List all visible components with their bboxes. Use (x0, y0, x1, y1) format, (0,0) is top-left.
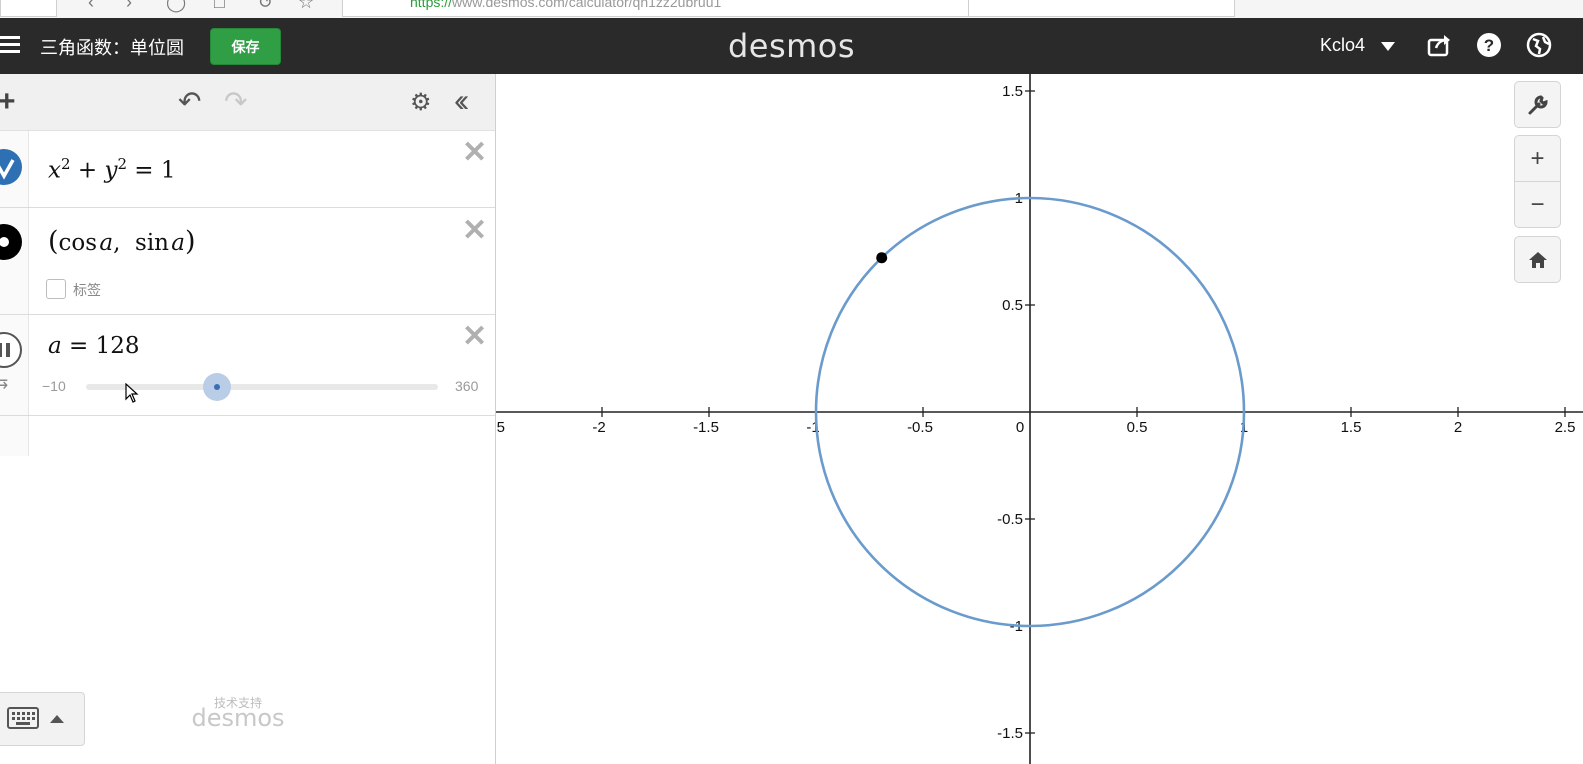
curve-color-icon[interactable] (0, 149, 22, 185)
delete-expression-icon[interactable]: ✕ (462, 216, 487, 246)
back-icon[interactable]: ‹ (88, 0, 94, 13)
expression-tab (0, 416, 29, 456)
x-tick-label: -1.5 (693, 419, 719, 436)
redo-icon[interactable]: ↷ (224, 88, 247, 116)
graph-paper[interactable]: -2.5-2-1.5-1-0.500.511.522.51.510.5-0.5-… (496, 74, 1583, 764)
point-color-icon[interactable] (0, 224, 22, 260)
mouse-cursor-icon (125, 383, 139, 403)
home-icon[interactable]: □ (214, 0, 225, 13)
caret-down-icon[interactable] (1381, 42, 1395, 51)
expression-tab[interactable]: ⇆ (0, 315, 29, 415)
x-tick-label: -0.5 (907, 419, 933, 436)
keyboard-icon (7, 707, 39, 729)
loop-icon[interactable]: ⇆ (0, 373, 8, 393)
expression-math[interactable]: x2 + y2 = 1 (48, 155, 176, 184)
caret-up-icon (50, 715, 64, 723)
new-expression-row[interactable] (0, 416, 495, 456)
share-icon[interactable] (1426, 32, 1452, 58)
zoom-controls: + − (1514, 135, 1561, 228)
x-tick-label: 2 (1454, 419, 1462, 436)
delete-expression-icon[interactable]: ✕ (462, 138, 487, 168)
help-icon[interactable]: ? (1476, 32, 1502, 58)
x-tick-label: 0.5 (1127, 419, 1148, 436)
expression-tab[interactable] (0, 131, 29, 207)
graph-settings-button[interactable] (1514, 81, 1561, 128)
label-checkbox[interactable] (46, 279, 66, 299)
address-text[interactable]: https://www.desmos.com/calculator/qn1zz2… (410, 0, 721, 10)
add-expression-icon[interactable]: + (0, 87, 16, 117)
globe-icon[interactable] (1526, 32, 1552, 58)
x-tick-label: 1.5 (1341, 419, 1362, 436)
undo-icon[interactable]: ↶ (178, 88, 201, 116)
history-icon[interactable]: ↺ (258, 0, 273, 13)
y-tick-label: 0.5 (1002, 297, 1023, 314)
username[interactable]: Kclo4 (1320, 35, 1365, 56)
slider-max[interactable]: 360 (455, 378, 478, 394)
x-tick-label: -2.5 (496, 419, 505, 436)
refresh-icon[interactable]: ◯ (166, 0, 186, 13)
browser-tab[interactable] (0, 0, 57, 17)
expression-row-2[interactable]: (cos a, sin a) ✕ 标签 (0, 208, 495, 315)
y-tick-label: -0.5 (997, 511, 1023, 528)
collapse-panel-icon[interactable]: ‹‹ (454, 84, 470, 116)
gear-icon[interactable]: ⚙ (410, 91, 432, 115)
expression-toolbar: + ↶ ↷ ⚙ ‹‹ (0, 74, 495, 131)
powered-by-logo[interactable]: desmos (186, 704, 290, 732)
expression-math[interactable]: a = 128 (48, 333, 140, 359)
search-box[interactable] (968, 0, 1235, 17)
wrench-icon[interactable] (1515, 82, 1560, 127)
browser-toolbar: ‹ › ◯ □ ↺ ☆ https://www.desmos.com/calcu… (0, 0, 1583, 19)
default-viewport-button[interactable] (1514, 236, 1561, 283)
graph-canvas[interactable]: -2.5-2-1.5-1-0.500.511.522.51.510.5-0.5-… (496, 74, 1583, 764)
expression-math[interactable]: (cos a, sin a) (48, 226, 196, 257)
x-tick-label: 0 (1016, 419, 1024, 436)
expression-row-1[interactable]: x2 + y2 = 1 ✕ (0, 131, 495, 208)
expression-row-3[interactable]: ⇆ a = 128 ✕ −10 360 (0, 315, 495, 416)
home-icon[interactable] (1515, 237, 1560, 282)
zoom-out-button[interactable]: − (1515, 182, 1560, 227)
zoom-in-button[interactable]: + (1515, 136, 1560, 182)
pause-icon[interactable] (0, 331, 24, 369)
svg-text:?: ? (1484, 36, 1494, 55)
label-checkbox-text: 标签 (73, 282, 101, 298)
app-header: 三角函数：单位圆 保存 desmos Kclo4 ? (0, 18, 1583, 74)
expression-panel: + ↶ ↷ ⚙ ‹‹ x2 + y2 = 1 ✕ (cos a, sin a) (0, 74, 496, 764)
delete-expression-icon[interactable]: ✕ (462, 322, 487, 352)
slider-min[interactable]: −10 (42, 378, 66, 394)
expression-tab[interactable] (0, 208, 29, 314)
forward-icon[interactable]: › (126, 0, 132, 13)
x-tick-label: -2 (592, 419, 605, 436)
y-tick-label: 1.5 (1002, 83, 1023, 100)
bookmark-icon[interactable]: ☆ (298, 0, 314, 13)
y-tick-label: -1.5 (997, 725, 1023, 742)
keyboard-toggle-button[interactable] (0, 692, 85, 746)
point-cos-sin (876, 252, 888, 264)
x-tick-label: 2.5 (1555, 419, 1576, 436)
